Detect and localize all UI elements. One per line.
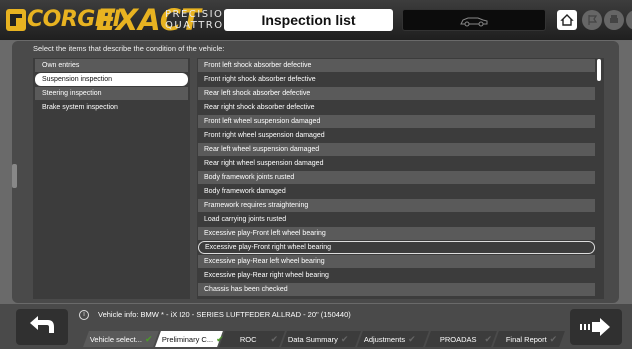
check-icon: ✔ xyxy=(549,334,558,344)
tab-label: Final Report xyxy=(505,335,547,344)
list-item[interactable]: Excessive play-Rear left wheel bearing xyxy=(198,255,595,268)
list-item[interactable]: Body framework joints rusted xyxy=(198,171,595,184)
header-bar: CORGHI EXACT PRECISION QUATTRO Inspectio… xyxy=(0,0,632,40)
product-subtitle-2: QUATTRO xyxy=(165,20,224,31)
list-item-selected[interactable]: Excessive play-Front right wheel bearing xyxy=(198,241,595,254)
category-item-selected[interactable]: Suspension inspection xyxy=(35,73,188,86)
list-item[interactable]: Excessive play-Rear right wheel bearing xyxy=(198,269,595,282)
vehicle-info: Vehicle info: BMW * - iX I20 - SERIES LU… xyxy=(98,310,351,319)
tab-roc[interactable]: ROC ✔ xyxy=(219,331,285,347)
list-item[interactable]: Rear left shock absorber defective xyxy=(198,87,595,100)
list-item[interactable]: Front right wheel suspension damaged xyxy=(198,129,595,142)
list-item[interactable]: Front right shock absorber defective xyxy=(198,73,595,86)
list-item[interactable]: Chassis has been checked xyxy=(198,283,595,296)
category-list: Own entries Suspension inspection Steeri… xyxy=(33,58,190,299)
list-item[interactable]: Load carrying joints rusted xyxy=(198,213,595,226)
tab-final-report[interactable]: Final Report ✔ xyxy=(493,331,565,347)
category-item[interactable]: Own entries xyxy=(35,59,188,72)
tab-label: Adjustments xyxy=(363,335,406,344)
tab-adjustments[interactable]: Adjustments ✔ xyxy=(357,331,429,347)
corghi-logo-icon xyxy=(6,9,26,31)
flag-icon xyxy=(588,15,598,25)
inspection-item-list: Front left shock absorber defective Fron… xyxy=(197,58,604,299)
category-item[interactable]: Steering inspection xyxy=(35,87,188,100)
help-button[interactable]: ? xyxy=(626,10,632,30)
tab-data-summary[interactable]: Data Summary ✔ xyxy=(281,331,361,347)
print-icon xyxy=(610,15,618,23)
tab-proadas[interactable]: PROADAS ✔ xyxy=(425,331,497,347)
list-item[interactable]: Front left shock absorber defective xyxy=(198,59,595,72)
check-icon: ✔ xyxy=(484,334,493,344)
list-item[interactable]: Rear right wheel suspension damaged xyxy=(198,157,595,170)
back-arrow-icon xyxy=(30,316,54,333)
list-item[interactable]: Body framework damaged xyxy=(198,185,595,198)
sidebar-handle[interactable] xyxy=(12,164,17,188)
category-item[interactable]: Brake system inspection xyxy=(35,101,188,114)
print-button[interactable] xyxy=(604,10,624,30)
workflow-tabs: Vehicle select... ✔ Preliminary C... ✔ ROC… xyxy=(83,331,566,347)
flag-button[interactable] xyxy=(582,10,602,30)
tab-label: Vehicle select... xyxy=(89,335,142,344)
tab-label: PROADAS xyxy=(439,335,477,344)
instruction-text: Select the items that describe the condi… xyxy=(33,44,225,53)
back-button[interactable] xyxy=(16,309,68,345)
list-item[interactable]: Rear left wheel suspension damaged xyxy=(198,143,595,156)
list-scrollbar[interactable] xyxy=(597,59,601,81)
info-icon: i xyxy=(79,310,89,320)
list-item[interactable]: Framework requires straightening xyxy=(198,199,595,212)
check-icon: ✔ xyxy=(340,334,349,344)
check-icon: ✔ xyxy=(408,334,416,344)
home-icon xyxy=(560,14,574,26)
tab-preliminary-check[interactable]: Preliminary C... ✔ xyxy=(155,331,224,347)
list-item[interactable]: Excessive play-Front left wheel bearing xyxy=(198,227,595,240)
home-button[interactable] xyxy=(557,10,577,30)
check-icon: ✔ xyxy=(270,334,279,344)
tab-vehicle-select[interactable]: Vehicle select... ✔ xyxy=(83,331,159,347)
vehicle-display xyxy=(402,9,546,31)
product-subtitle-1: PRECISION xyxy=(165,9,233,20)
tab-label: Data Summary xyxy=(287,335,338,344)
tab-label: Preliminary C... xyxy=(161,335,214,344)
list-item[interactable]: Front left wheel suspension damaged xyxy=(198,115,595,128)
check-icon: ✔ xyxy=(144,334,153,344)
page-title: Inspection list xyxy=(224,9,393,31)
car-icon xyxy=(460,17,488,27)
list-item[interactable]: Rear right shock absorber defective xyxy=(198,101,595,114)
tab-label: ROC xyxy=(239,335,257,344)
